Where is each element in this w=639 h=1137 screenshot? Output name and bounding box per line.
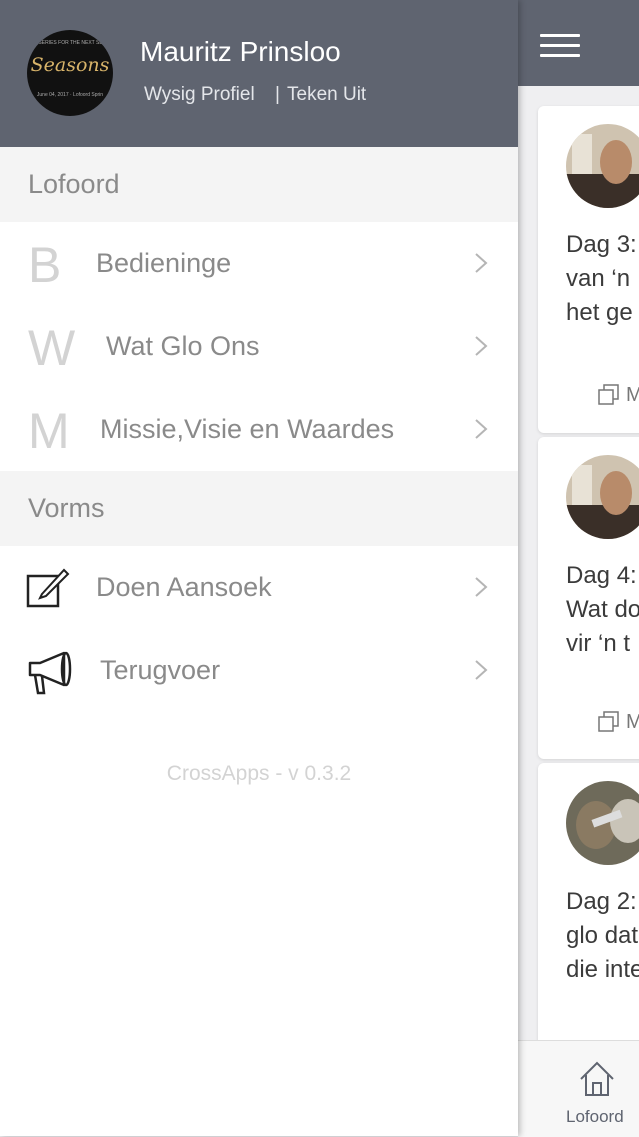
photo-placeholder: [566, 124, 639, 208]
letter-icon: B: [28, 237, 62, 293]
post-thumbnail: [566, 455, 639, 539]
side-drawer: THE SERIES FOR THE NEXT SEVEN Seasons Ju…: [0, 0, 518, 1136]
card-action-label[interactable]: M: [626, 384, 639, 407]
menu-item-label: Missie,Visie en Waardes: [100, 414, 395, 444]
copy-icon[interactable]: [598, 711, 620, 733]
version-label: CrossApps - v 0.3.2: [166, 762, 352, 785]
avatar-caption-bottom: June 04, 2017 · Lofoord Sprin: [36, 92, 104, 98]
chevron-right-icon: [475, 660, 488, 680]
megaphone-icon: [28, 651, 72, 695]
menu-icon[interactable]: [540, 34, 580, 58]
section-header-vorms: Vorms: [0, 471, 518, 546]
feed-card[interactable]: Dag 3: van ‘n het ge M: [538, 106, 639, 433]
menu-item-wat-glo-ons[interactable]: W Wat Glo Ons: [0, 305, 518, 388]
post-thumbnail: [566, 781, 639, 865]
chevron-right-icon: [475, 577, 488, 597]
chevron-right-icon: [475, 419, 488, 439]
avatar-title: Seasons: [30, 54, 110, 76]
section-title: Vorms: [28, 493, 105, 523]
link-separator: |: [275, 84, 280, 105]
photo-placeholder: [566, 781, 639, 865]
tab-bar: Lofoord: [518, 1040, 639, 1137]
feed-card[interactable]: Dag 4: Wat do vir ‘n t M: [538, 437, 639, 759]
card-text: Dag 4: Wat do vir ‘n t: [566, 562, 639, 657]
chevron-right-icon: [475, 253, 488, 273]
card-text: Dag 3: van ‘n het ge: [566, 231, 637, 326]
home-icon: [580, 1061, 614, 1096]
avatar[interactable]: THE SERIES FOR THE NEXT SEVEN Seasons Ju…: [27, 30, 113, 116]
post-thumbnail: [566, 124, 639, 208]
avatar-caption-top: THE SERIES FOR THE NEXT SEVEN: [27, 40, 113, 46]
feed-card[interactable]: Dag 2: glo dat die inte: [538, 763, 639, 1063]
menu-item-label: Terugvoer: [100, 655, 221, 685]
section-header-lofoord: Lofoord: [0, 147, 518, 222]
tab-label: Lofoord: [566, 1107, 624, 1126]
edit-icon: [26, 568, 70, 608]
card-action-label[interactable]: M: [626, 711, 639, 734]
menu-item-bedieninge[interactable]: B Bedieninge: [0, 222, 518, 305]
copy-icon[interactable]: [598, 384, 620, 406]
chevron-right-icon: [475, 336, 488, 356]
menu-item-label: Wat Glo Ons: [106, 331, 260, 361]
logout-link[interactable]: Teken Uit: [287, 84, 366, 106]
tab-lofoord[interactable]: Lofoord: [518, 1041, 639, 1137]
card-text: Dag 2: glo dat die inte: [566, 888, 639, 983]
section-title: Lofoord: [28, 169, 120, 199]
menu-item-doen-aansoek[interactable]: Doen Aansoek: [0, 546, 518, 629]
letter-icon: W: [28, 320, 76, 376]
menu-item-label: Doen Aansoek: [96, 572, 272, 602]
user-name: Mauritz Prinsloo: [140, 36, 341, 67]
menu-item-missie-visie-waardes[interactable]: M Missie,Visie en Waardes: [0, 388, 518, 471]
menu-item-terugvoer[interactable]: Terugvoer: [0, 629, 518, 712]
letter-icon: M: [28, 403, 70, 459]
edit-profile-link[interactable]: Wysig Profiel: [144, 84, 255, 106]
menu-item-label: Bedieninge: [96, 248, 232, 278]
photo-placeholder: [566, 455, 639, 539]
profile-header: THE SERIES FOR THE NEXT SEVEN Seasons Ju…: [0, 0, 518, 147]
top-bar: [518, 0, 639, 86]
